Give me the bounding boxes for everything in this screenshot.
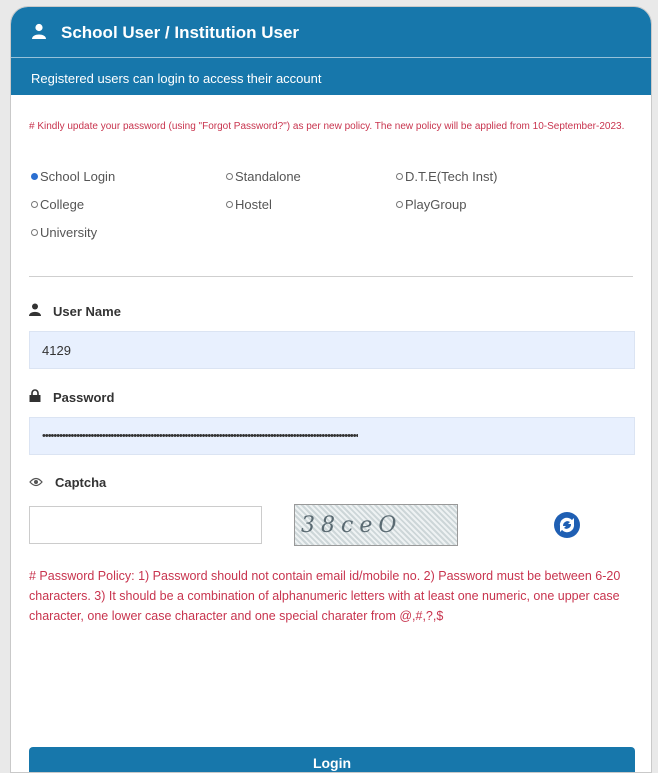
captcha-label: Captcha: [29, 475, 633, 490]
radio-playgroup[interactable]: PlayGroup: [396, 194, 596, 214]
radio-label: D.T.E(Tech Inst): [405, 168, 498, 184]
login-type-group: School Login Standalone D.T.E(Tech Inst) Co…: [29, 166, 633, 242]
radio-college[interactable]: College: [31, 194, 226, 214]
radio-dot: [31, 172, 38, 180]
lock-icon: [29, 389, 41, 405]
eye-icon: [29, 475, 43, 490]
radio-dot: [226, 200, 233, 208]
radio-dot: [31, 200, 38, 208]
captcha-input[interactable]: [29, 506, 262, 544]
username-input[interactable]: 4129: [29, 331, 635, 369]
radio-dot: [396, 172, 403, 180]
radio-d-t-e-tech-inst[interactable]: D.T.E(Tech Inst): [396, 166, 596, 186]
card-header: School User / Institution User Registere…: [11, 7, 651, 95]
radio-hostel[interactable]: Hostel: [226, 194, 396, 214]
password-label: Password: [29, 389, 633, 405]
radio-school-login[interactable]: School Login: [31, 166, 226, 186]
radio-dot: [31, 228, 38, 236]
user-icon: [29, 303, 41, 319]
password-update-notice: # Kindly update your password (using "Fo…: [29, 121, 625, 132]
header-subtitle: Registered users can login to access the…: [31, 71, 322, 86]
radio-dot: [396, 200, 403, 208]
captcha-image: 38ceO: [294, 504, 458, 546]
radio-university[interactable]: University: [31, 222, 226, 242]
login-card: School User / Institution User Registere…: [10, 6, 652, 773]
password-policy-text: # Password Policy: 1) Password should no…: [29, 569, 621, 623]
radio-label: PlayGroup: [405, 196, 467, 212]
password-input[interactable]: ••••••••••••••••••••••••••••••••••••••••…: [29, 417, 635, 455]
radio-dot: [226, 172, 233, 180]
radio-label: Standalone: [235, 168, 301, 184]
section-divider: [29, 276, 633, 277]
username-label: User Name: [29, 303, 633, 319]
radio-label: University: [40, 224, 98, 240]
radio-label: Hostel: [235, 196, 272, 212]
radio-label: College: [40, 196, 85, 212]
login-button[interactable]: Login: [29, 747, 635, 772]
header-title: School User / Institution User: [61, 23, 300, 42]
refresh-captcha-icon[interactable]: [552, 510, 582, 540]
header-divider: [11, 57, 651, 58]
radio-label: School Login: [40, 168, 116, 184]
username-value: 4129: [42, 342, 71, 358]
radio-standalone[interactable]: Standalone: [226, 166, 396, 186]
password-value: ••••••••••••••••••••••••••••••••••••••••…: [42, 430, 359, 442]
user-icon: [31, 23, 47, 44]
